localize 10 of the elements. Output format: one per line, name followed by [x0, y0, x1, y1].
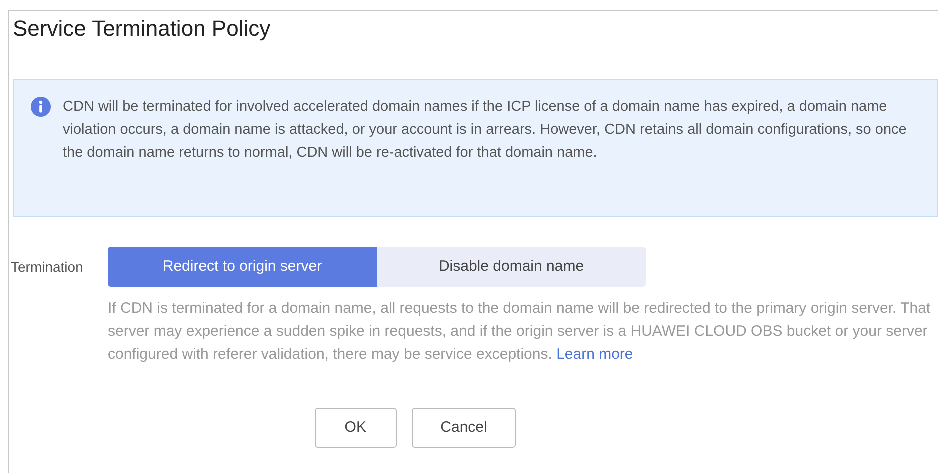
segment-option[interactable]: Disable domain name	[377, 247, 646, 287]
segment-option[interactable]: Redirect to origin server	[108, 247, 377, 287]
termination-label: Termination	[11, 258, 84, 276]
dialog-button[interactable]: Cancel	[412, 408, 516, 448]
learn-more-link[interactable]: Learn more	[556, 346, 634, 363]
dialog-title: Service Termination Policy	[13, 15, 272, 43]
termination-description: If CDN is terminated for a domain name, all requests to the domain name will be redirected to the primary origin server. That server may experience a sudden spike in requests, and if the origin server is a HUAWEI CLOUD OBS bucket or your server configured with referer validation, there may be service exceptions. Learn more	[108, 299, 932, 365]
notice-text: CDN will be terminated for involved accelerated domain names if the ICP license of a domain name has expired, a domain name violation occurs, a domain name is attacked, or your account is in arrears. However, CDN retains all domain configurations, so once the domain name returns to normal, CDN will be re-activated for that domain name.	[63, 98, 908, 163]
info-icon	[31, 97, 51, 117]
dialog-button[interactable]: OK	[314, 408, 397, 448]
